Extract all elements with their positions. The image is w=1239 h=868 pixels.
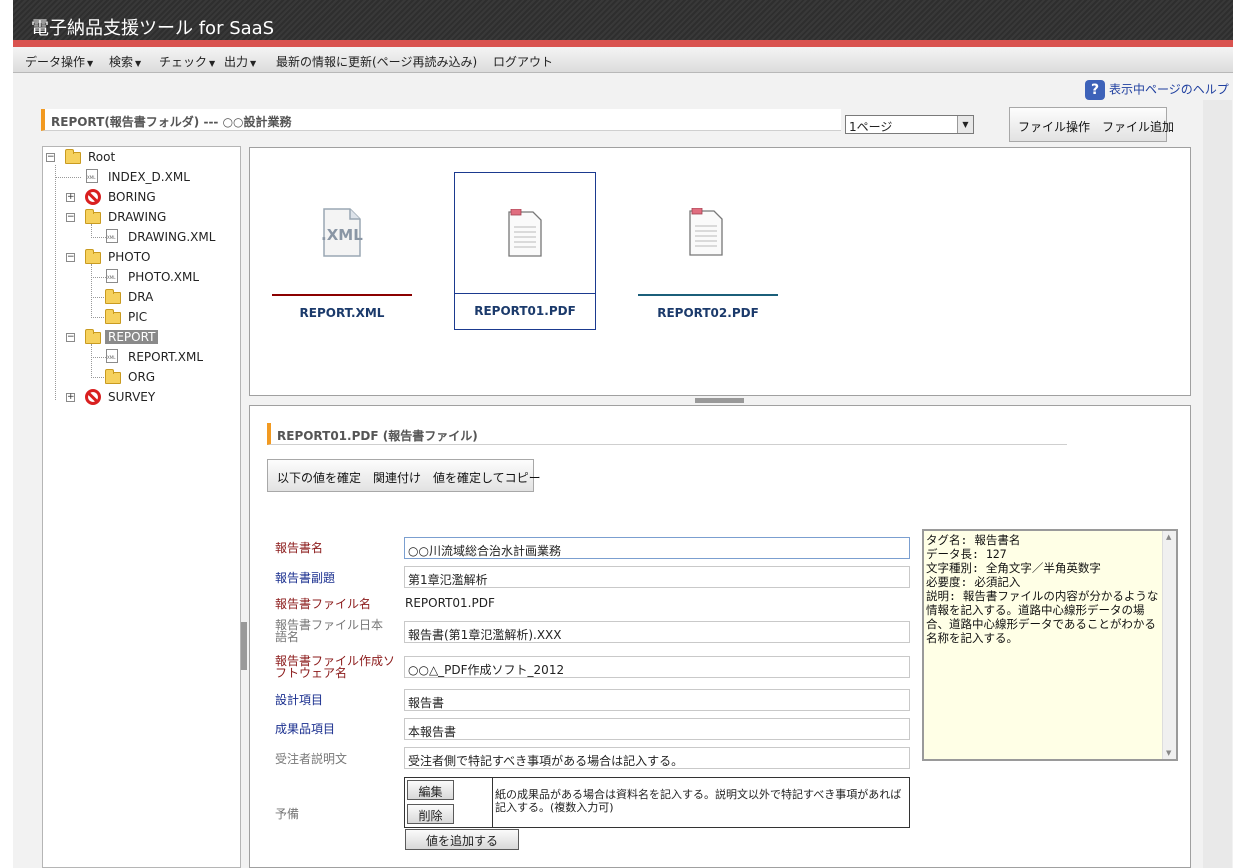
field-info-panel: タグ名: 報告書名 データ長: 127 文字種別: 全角文字／半角英数字 必要度… (922, 529, 1178, 761)
file-card-label: REPORT02.PDF (638, 294, 778, 330)
tree-node-survey[interactable]: SURVEY (108, 390, 155, 404)
tree-node-photo[interactable]: PHOTO (108, 250, 150, 264)
input-contractor-desc[interactable]: 受注者側で特記すべき事項がある場合は記入する。 (404, 747, 910, 769)
chevron-down-icon: ▼ (250, 59, 257, 68)
menu-refresh[interactable]: 最新の情報に更新(ページ再読み込み) (276, 53, 477, 70)
file-card-label: REPORT01.PDF (455, 293, 595, 329)
folder-icon (105, 289, 121, 304)
chevron-up-icon: ▲ (1166, 533, 1172, 541)
delete-button[interactable]: 削除 (407, 804, 454, 824)
menu-bar: データ操作 ▼ 検索 ▼ チェック ▼ 出力 ▼ 最新の情報に更新(ページ再読み込み) … (13, 47, 1233, 73)
page-select[interactable]: 1ページ ▼ (845, 115, 974, 134)
input-deliverable-item[interactable]: 本報告書 (404, 718, 910, 740)
edit-button[interactable]: 編集 (407, 780, 454, 800)
file-card-report-xml[interactable]: .XML REPORT.XML (272, 172, 412, 330)
svg-text:.XML: .XML (321, 226, 363, 244)
horizontal-splitter-handle[interactable] (695, 398, 744, 403)
menu-check[interactable]: チェック ▼ (159, 53, 215, 70)
folder-icon (85, 209, 101, 224)
tree-node-drawing-xml[interactable]: DRAWING.XML (128, 230, 215, 244)
detail-header: REPORT01.PDF (報告書ファイル) (267, 423, 1067, 445)
collapse-toggle[interactable]: − (66, 253, 75, 262)
tree-node-drawing[interactable]: DRAWING (108, 210, 166, 224)
page-scrollbar[interactable] (1203, 100, 1232, 868)
accent-bar (13, 40, 1233, 47)
file-card-report02-pdf[interactable]: REPORT02.PDF (638, 172, 778, 330)
help-link[interactable]: ? 表示中ページのヘルプ (1085, 80, 1229, 100)
value-report-file-name: REPORT01.PDF (405, 596, 495, 610)
folder-header-title: REPORT(報告書フォルダ) --- ○○設計業務 (51, 115, 292, 129)
add-value-button[interactable]: 値を追加する (405, 829, 519, 850)
info-scrollbar[interactable]: ▲ ▼ (1162, 531, 1176, 759)
document-icon (689, 208, 723, 256)
expand-toggle[interactable]: + (66, 393, 75, 402)
label-report-name: 報告書名 (275, 541, 324, 555)
menu-output[interactable]: 出力 ▼ (224, 53, 256, 70)
app-titlebar: 電子納品支援ツール for SaaS (13, 0, 1233, 40)
tree-node-index-xml[interactable]: INDEX_D.XML (108, 170, 190, 184)
input-report-subtitle[interactable]: 第1章氾濫解析 (404, 566, 910, 588)
reserve-entry: 編集 削除 紙の成果品がある場合は資料名を記入する。説明文以外で特記すべき事項が… (404, 777, 910, 828)
detail-header-title: REPORT01.PDF (報告書ファイル) (277, 429, 478, 443)
label-report-subtitle: 報告書副題 (275, 571, 336, 585)
tree-node-dra[interactable]: DRA (128, 290, 153, 304)
tree-node-root[interactable]: Root (88, 150, 115, 164)
label-design-item: 設計項目 (275, 693, 324, 707)
folder-icon (105, 369, 121, 384)
error-icon (85, 389, 101, 405)
folder-icon (65, 149, 81, 164)
page-select-value: 1ページ (849, 120, 893, 134)
label-contractor-desc: 受注者説明文 (275, 752, 348, 766)
file-viewer: .XML REPORT.XML REPORT01.PDF REPORT02.PD… (249, 147, 1191, 396)
folder-tree: − Root INDEX_D.XML + BORING − DRAWING DR… (42, 146, 241, 868)
collapse-toggle[interactable]: − (66, 213, 75, 222)
folder-icon (85, 329, 101, 344)
xml-file-icon: .XML (321, 208, 363, 257)
xml-file-icon (106, 349, 118, 363)
input-report-file-jp[interactable]: 報告書(第1章氾濫解析).XXX (404, 621, 910, 643)
input-design-item[interactable]: 報告書 (404, 689, 910, 711)
collapse-toggle[interactable]: − (66, 333, 75, 342)
tree-node-org[interactable]: ORG (128, 370, 155, 384)
menu-logout[interactable]: ログアウト (493, 53, 553, 70)
menu-data-ops[interactable]: データ操作 ▼ (25, 53, 93, 70)
document-icon (508, 209, 542, 257)
menu-search[interactable]: 検索 ▼ (109, 53, 141, 70)
vertical-splitter-handle[interactable] (241, 622, 247, 670)
label-reserve: 予備 (275, 807, 300, 821)
label-report-file-jp: 報告書ファイル日本語名 (275, 618, 384, 644)
label-report-software: 報告書ファイル作成ソフトウェア名 (275, 654, 396, 680)
label-report-file-name: 報告書ファイル名 (275, 597, 372, 611)
field-info-text: タグ名: 報告書名 データ長: 127 文字種別: 全角文字／半角英数字 必要度… (926, 533, 1159, 645)
tree-node-pic[interactable]: PIC (128, 310, 147, 324)
chevron-down-icon: ▼ (1166, 749, 1172, 757)
chevron-down-icon: ▼ (957, 116, 973, 133)
label-deliverable-item: 成果品項目 (275, 722, 336, 736)
input-report-name[interactable]: ○○川流域総合治水計画業務 (404, 537, 910, 559)
tree-node-photo-xml[interactable]: PHOTO.XML (128, 270, 199, 284)
folder-header: REPORT(報告書フォルダ) --- ○○設計業務 (41, 109, 841, 131)
chevron-down-icon: ▼ (135, 59, 142, 68)
tree-node-report[interactable]: REPORT (105, 330, 159, 344)
chevron-down-icon: ▼ (209, 59, 216, 68)
question-icon: ? (1085, 80, 1105, 100)
tree-node-boring[interactable]: BORING (108, 190, 156, 204)
xml-file-icon (106, 229, 118, 243)
expand-toggle[interactable]: + (66, 193, 75, 202)
reserve-note: 紙の成果品がある場合は資料名を記入する。説明文以外で特記すべき事項があれば記入す… (495, 788, 902, 814)
file-card-report01-pdf[interactable]: REPORT01.PDF (454, 172, 596, 330)
xml-file-icon (106, 269, 118, 283)
collapse-toggle[interactable]: − (46, 153, 55, 162)
tree-node-report-xml[interactable]: REPORT.XML (128, 350, 203, 364)
error-icon (85, 189, 101, 205)
confirm-values-button[interactable]: 以下の値を確定 関連付け 値を確定してコピー (267, 459, 541, 492)
file-card-label: REPORT.XML (272, 294, 412, 330)
app-title: 電子納品支援ツール for SaaS (31, 18, 275, 39)
chevron-down-icon: ▼ (87, 59, 94, 68)
file-ops-button[interactable]: ファイル操作 ファイル追加 (1009, 107, 1174, 142)
xml-file-icon (86, 169, 98, 183)
folder-icon (105, 309, 121, 324)
input-report-software[interactable]: ○○△_PDF作成ソフト_2012 (404, 656, 910, 678)
folder-icon (85, 249, 101, 264)
